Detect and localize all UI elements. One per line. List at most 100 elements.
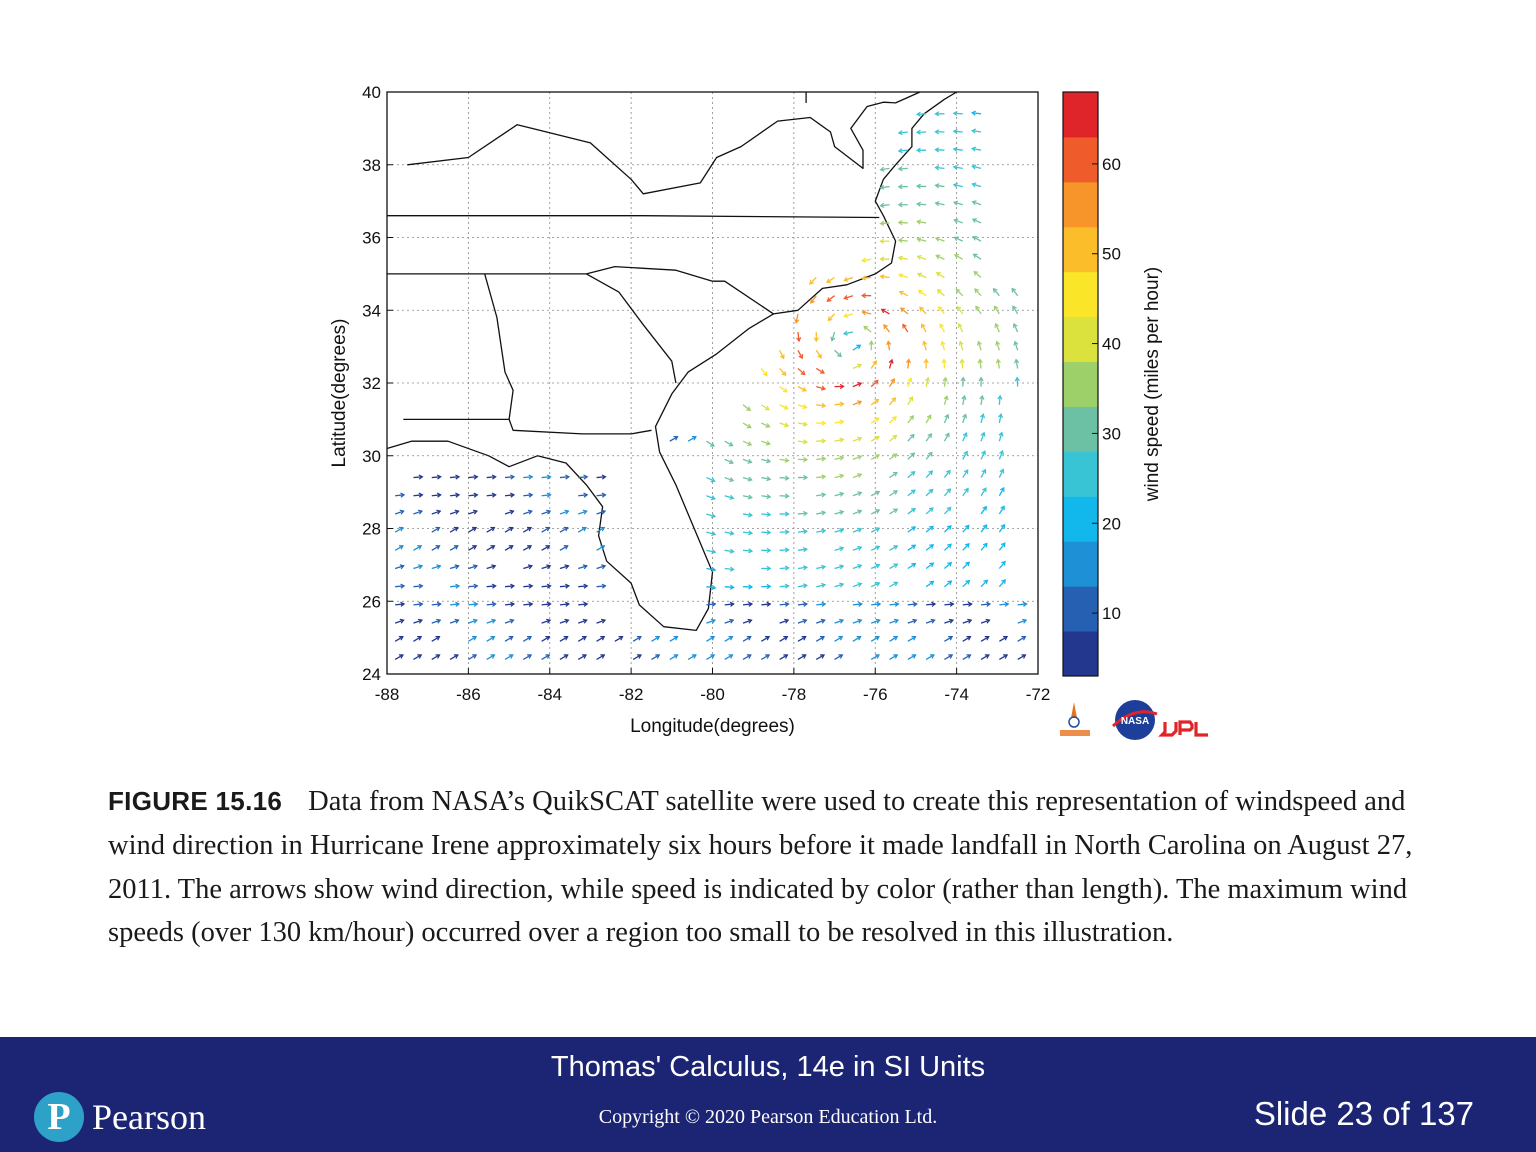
wind-arrow	[815, 367, 825, 374]
wind-arrow	[559, 618, 570, 624]
wind-arrow	[907, 601, 918, 607]
wind-arrow	[486, 492, 497, 498]
wind-arrow	[916, 237, 927, 243]
grid-lines	[386, 91, 1039, 675]
wind-arrow	[468, 618, 478, 624]
wind-arrow	[834, 401, 845, 407]
wind-arrow	[943, 488, 952, 497]
wind-arrow	[925, 618, 936, 624]
wind-arrow	[936, 289, 945, 297]
wind-arrow	[760, 368, 768, 377]
wind-arrow	[925, 414, 932, 424]
wind-arrow	[980, 635, 990, 642]
wind-arrow	[889, 618, 900, 624]
wind-arrow	[596, 474, 607, 480]
wind-arrow	[724, 530, 735, 536]
wind-arrow	[761, 654, 771, 661]
wind-arrow	[997, 394, 1003, 405]
wind-arrow	[980, 542, 988, 551]
wind-arrow	[939, 323, 945, 333]
wind-arrow	[907, 507, 916, 515]
wind-arrow	[797, 654, 807, 661]
wind-arrow	[870, 398, 880, 406]
wind-arrow	[797, 456, 809, 463]
wind-arrow	[934, 111, 945, 117]
wind-arrow	[577, 635, 587, 642]
wind-arrow	[943, 543, 952, 551]
wind-arrow	[907, 414, 914, 424]
wind-arrow	[797, 601, 809, 607]
colorbar-segment	[1063, 541, 1098, 587]
wind-arrow	[961, 394, 967, 405]
wind-arrow	[504, 654, 514, 661]
wind-arrow	[742, 584, 754, 590]
wind-arrow	[907, 452, 916, 460]
wind-arrow	[450, 583, 461, 589]
wind-arrow	[980, 579, 989, 588]
wind-arrow	[971, 182, 982, 188]
wind-arrow	[468, 474, 479, 480]
wind-arrow	[843, 313, 854, 319]
nasa-logo: NASA	[1111, 700, 1158, 740]
wind-arrow	[724, 601, 735, 607]
axis-ticks: -88 -86 -84 -82 -80 -78 -76 -74 -72 24 26 28 30 32 34 3…	[362, 83, 1050, 704]
wind-arrow	[523, 474, 534, 480]
wind-arrow	[431, 492, 442, 498]
colorbar-tick-label: 20	[1102, 514, 1121, 533]
wind-arrow	[559, 601, 571, 607]
wind-arrow	[413, 509, 424, 515]
wind-arrow	[559, 635, 569, 642]
wind-arrow	[779, 457, 790, 463]
wind-arrow	[504, 583, 516, 589]
colorbar-tick-label: 50	[1102, 245, 1121, 264]
wind-arrow	[706, 548, 717, 555]
wind-arrow	[1014, 358, 1020, 369]
wind-arrow	[486, 618, 497, 624]
wind-arrow	[504, 545, 514, 551]
wind-arrow	[1012, 322, 1019, 333]
wind-arrows	[394, 110, 1028, 661]
x-tick-label: -88	[375, 685, 400, 704]
wind-arrow	[978, 376, 984, 387]
wind-arrow	[907, 654, 917, 661]
wind-arrow	[871, 601, 882, 607]
wind-arrow	[852, 635, 862, 642]
wind-arrow	[541, 492, 552, 498]
colorbar: 10 20 30 40 50 60	[1062, 91, 1121, 677]
wind-arrow	[779, 618, 790, 624]
wind-arrow	[706, 531, 717, 537]
wind-arrow	[541, 654, 551, 661]
wind-arrow	[816, 420, 827, 426]
wind-arrow	[779, 635, 789, 642]
wind-arrow	[522, 635, 533, 642]
wind-arrow	[431, 654, 441, 661]
wind-arrow	[834, 509, 845, 515]
wind-arrow	[952, 110, 963, 117]
wind-arrow	[449, 545, 459, 551]
wind-arrow	[897, 220, 908, 226]
wind-field-chart: -88 -86 -84 -82 -80 -78 -76 -74 -72 24 26 28 30 32 34 3…	[329, 83, 1208, 740]
wind-arrow	[724, 635, 734, 642]
wind-arrow	[879, 256, 890, 262]
wind-arrow	[999, 635, 1009, 642]
wind-arrow	[724, 440, 734, 447]
wind-arrow	[1017, 654, 1027, 661]
wind-arrow	[834, 437, 845, 443]
wind-arrow	[779, 565, 790, 571]
wind-arrow	[952, 164, 963, 170]
wind-arrow	[897, 202, 908, 208]
wind-arrow	[935, 254, 945, 260]
slide-footer: Thomas' Calculus, 14e in SI Units Copyri…	[0, 1037, 1536, 1152]
wind-arrow	[816, 618, 826, 624]
wind-arrow	[468, 564, 479, 570]
wind-arrow	[394, 545, 404, 551]
wind-arrow	[960, 376, 966, 387]
wind-arrow	[971, 128, 982, 134]
wind-arrow	[907, 618, 918, 624]
wind-arrow	[431, 601, 442, 607]
wind-arrow	[943, 413, 950, 424]
wind-arrow	[962, 561, 971, 569]
wind-arrow	[413, 564, 424, 570]
wind-arrow	[815, 635, 825, 642]
wind-arrow	[915, 129, 927, 135]
